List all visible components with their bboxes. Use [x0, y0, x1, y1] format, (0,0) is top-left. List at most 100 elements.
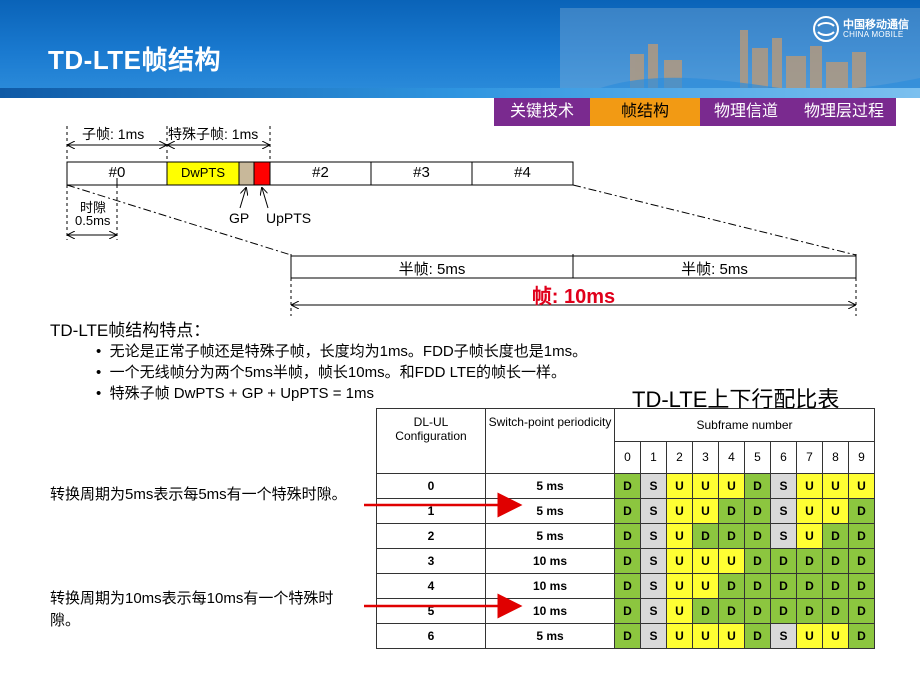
subframe-0-label: #0	[108, 164, 126, 181]
subframe-type-cell: U	[692, 623, 719, 649]
subframe-type-cell: S	[640, 623, 667, 649]
subframe-4-label: #4	[514, 164, 531, 181]
subframe-type-cell: D	[614, 523, 641, 549]
header-config: DL-UL Configuration	[376, 408, 486, 474]
subframe-number-cell: 2	[666, 440, 693, 474]
uppts-label: UpPTS	[266, 210, 312, 226]
feature-bullet-2-text: 一个无线帧分为两个5ms半帧，帧长10ms。和FDD LTE的帧长一样。	[109, 364, 567, 381]
subframe-type-cell: U	[848, 473, 875, 499]
subframe-type-cell: D	[848, 548, 875, 574]
subframe-type-cell: S	[770, 523, 797, 549]
half-frame-1-label: 半帧: 5ms	[398, 261, 466, 278]
subframe-type-cell: D	[744, 598, 771, 624]
subframe-number-cell: 6	[770, 440, 797, 474]
subframe-type-cell: U	[796, 523, 823, 549]
subframe-type-cell: D	[822, 573, 849, 599]
subframe-type-cell: D	[822, 598, 849, 624]
subframe-number-cell: 8	[822, 440, 849, 474]
note-5ms-period: 转换周期为5ms表示每5ms有一个特殊时隙。	[50, 486, 347, 503]
header-subframe-number: Subframe number	[614, 408, 875, 442]
subframe-type-cell: D	[744, 623, 771, 649]
subframe-type-cell: D	[614, 573, 641, 599]
feature-bullet-1: • 无论是正常子帧还是特殊子帧，长度均为1ms。FDD子帧长度也是1ms。	[96, 343, 588, 360]
subframe-number-cell: 0	[614, 440, 641, 474]
subframe-type-cell: U	[822, 623, 849, 649]
subframe-type-cell: S	[770, 498, 797, 524]
subframe-type-cell: D	[796, 598, 823, 624]
subframe-type-cell: D	[822, 548, 849, 574]
subframe-type-cell: D	[718, 498, 745, 524]
uppts-box	[253, 161, 271, 186]
subframe-type-cell: D	[848, 523, 875, 549]
feature-bullet-1-text: 无论是正常子帧还是特殊子帧，长度均为1ms。FDD子帧长度也是1ms。	[109, 343, 588, 360]
subframe-number-cell: 7	[796, 440, 823, 474]
subframe-type-cell: D	[744, 573, 771, 599]
subframe-type-cell: S	[640, 573, 667, 599]
subframe-type-cell: D	[744, 523, 771, 549]
subframe-type-cell: D	[770, 548, 797, 574]
header-periodicity: Switch-point periodicity	[485, 408, 615, 474]
subframe-type-cell: D	[848, 573, 875, 599]
dwpts-label: DwPTS	[180, 165, 226, 180]
uppts-pointer-arrow	[262, 188, 269, 209]
subframe-type-cell: U	[666, 598, 693, 624]
slot-length-label: 0.5ms	[75, 213, 111, 228]
feature-bullet-3-text: 特殊子帧 DwPTS + GP + UpPTS = 1ms	[109, 385, 374, 402]
subframe-type-cell: D	[744, 548, 771, 574]
red-arrows	[364, 492, 523, 619]
subframe-type-cell: U	[666, 573, 693, 599]
frame-length-label: 帧: 10ms	[531, 286, 616, 308]
subframe-type-cell: U	[718, 623, 745, 649]
subframe-type-cell: U	[718, 548, 745, 574]
subframe-type-cell: D	[848, 598, 875, 624]
gp-pointer-arrow	[239, 188, 246, 209]
feature-bullet-2: • 一个无线帧分为两个5ms半帧，帧长10ms。和FDD LTE的帧长一样。	[96, 364, 567, 381]
features-title: TD-LTE帧结构特点：	[50, 321, 211, 340]
subframe-type-cell: U	[666, 548, 693, 574]
subframe-type-cell: U	[796, 498, 823, 524]
subframe-type-cell: D	[718, 523, 745, 549]
periodicity-cell: 5 ms	[485, 623, 615, 649]
subframe-type-cell: D	[770, 573, 797, 599]
subframe-type-cell: D	[614, 498, 641, 524]
config-number-cell: 6	[376, 623, 486, 649]
subframe-type-cell: U	[796, 623, 823, 649]
half-frame-2-label: 半帧: 5ms	[681, 261, 748, 278]
subframe-number-cell: 5	[744, 440, 771, 474]
subframe-type-cell: D	[796, 548, 823, 574]
subframe-type-cell: D	[848, 623, 875, 649]
subframe-type-cell: D	[848, 498, 875, 524]
subframe-type-cell: U	[666, 473, 693, 499]
subframe-type-cell: D	[614, 548, 641, 574]
subframe-type-cell: U	[666, 498, 693, 524]
subframe-type-cell: S	[640, 598, 667, 624]
gp-label: GP	[229, 210, 250, 226]
subframe-type-cell: D	[744, 473, 771, 499]
subframe-length-label: 子帧: 1ms	[82, 126, 145, 142]
subframe-type-cell: U	[666, 523, 693, 549]
special-subframe-length-label: 特殊子帧: 1ms	[168, 126, 259, 142]
subframe-type-cell: D	[614, 623, 641, 649]
subframe-type-cell: D	[718, 598, 745, 624]
subframe-3-label: #3	[413, 164, 430, 181]
subframe-type-cell: S	[770, 623, 797, 649]
subframe-type-cell: D	[796, 573, 823, 599]
subframe-type-cell: D	[718, 573, 745, 599]
subframe-type-cell: U	[692, 498, 719, 524]
config-row: 65 ms D S U U U D S U U D	[376, 623, 875, 649]
subframe-type-cell: U	[666, 623, 693, 649]
subframe-2-label: #2	[312, 164, 329, 181]
zoom-line-right	[572, 184, 857, 256]
subframe-type-cell: S	[640, 473, 667, 499]
subframe-type-cell: U	[718, 473, 745, 499]
subframe-type-cell: U	[692, 548, 719, 574]
subframe-type-cell: S	[640, 548, 667, 574]
subframe-type-cell: U	[822, 498, 849, 524]
subframe-type-cell: U	[822, 473, 849, 499]
feature-bullet-3: • 特殊子帧 DwPTS + GP + UpPTS = 1ms	[96, 385, 374, 402]
subframe-number-cell: 9	[848, 440, 875, 474]
subframe-type-cell: U	[796, 473, 823, 499]
subframe-type-cell: U	[692, 473, 719, 499]
subframe-type-cell: S	[640, 523, 667, 549]
note-10ms-period: 转换周期为10ms表示每10ms有一个特殊时隙。	[50, 590, 334, 629]
